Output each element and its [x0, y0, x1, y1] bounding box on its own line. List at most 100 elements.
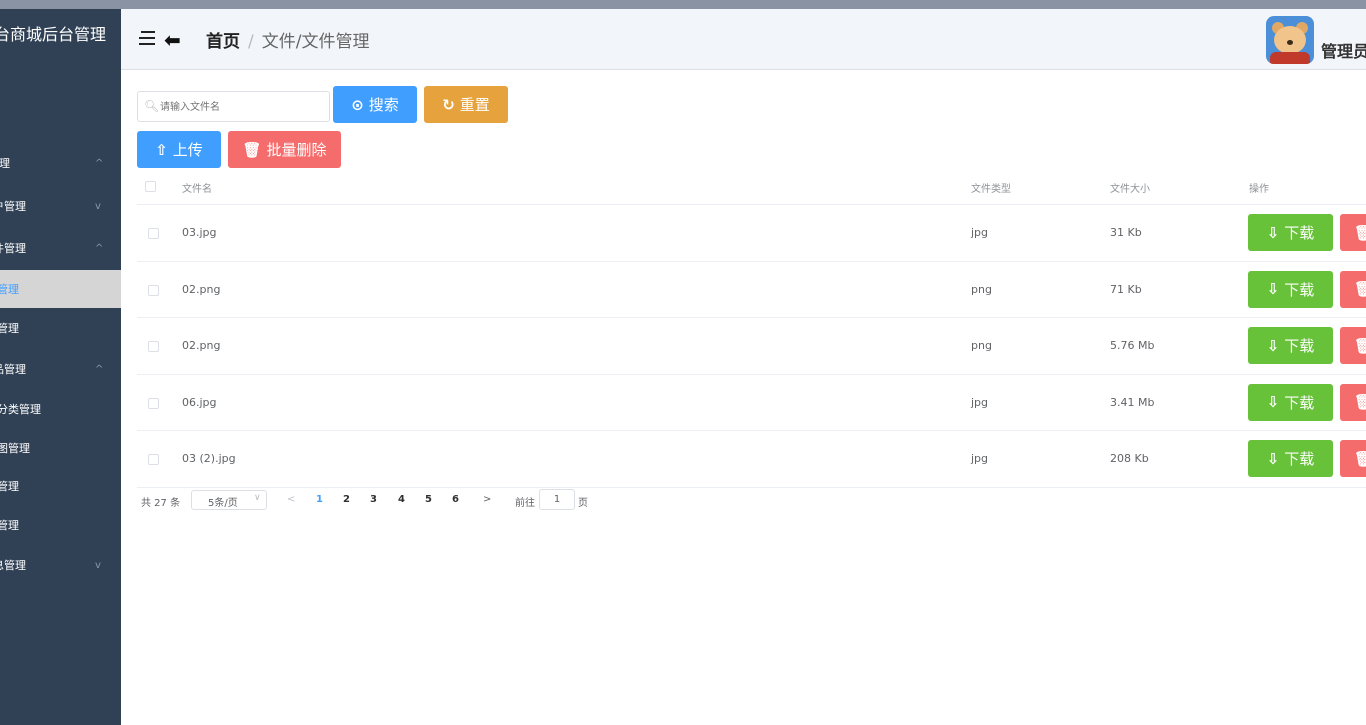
sidebar-item-files-group[interactable]: 文件管理 ^ [0, 229, 121, 267]
refresh-icon: ↻ [442, 95, 455, 114]
sidebar-item-address[interactable]: 地址管理 [0, 506, 121, 544]
table-row: 06.jpg jpg 3.41 Mb ⇩ 下载 🗑︎ [137, 375, 1366, 431]
file-type: png [971, 339, 992, 352]
sidebar-item-users[interactable]: 用户管理 v [0, 187, 121, 225]
page-number[interactable]: 5 [425, 494, 432, 505]
page-number[interactable]: 4 [398, 494, 405, 505]
chevron-down-icon: v [95, 200, 101, 212]
sidebar-item-carousel[interactable]: 轮播图管理 [0, 429, 121, 467]
goto-prefix: 前往 [515, 498, 535, 509]
sidebar-item-label: 系统管理 [0, 157, 10, 170]
delete-button[interactable]: 🗑︎ [1340, 327, 1366, 364]
sidebar-item-label: 日志管理 [0, 322, 19, 335]
delete-button[interactable]: 🗑︎ [1340, 383, 1366, 421]
file-size: 3.41 Mb [1110, 395, 1155, 409]
sidebar-item-label: 文件管理 [0, 283, 19, 296]
sidebar-item-label: 轮播图管理 [0, 442, 30, 455]
page-size-select[interactable]: 5条/页 ∨ [191, 490, 267, 510]
reset-button[interactable]: ↻ 重置 [424, 86, 508, 123]
page-number[interactable]: 1 [316, 494, 323, 505]
select-all-checkbox[interactable] [145, 181, 156, 192]
file-name: 02.png [182, 339, 221, 352]
sidebar-item-file-management[interactable]: 文件管理 [0, 270, 121, 308]
search-button-label: 搜索 [368, 96, 399, 114]
back-arrow-icon[interactable]: ⬅ [164, 28, 181, 52]
breadcrumb-separator: / [248, 32, 254, 52]
trash-icon: 🗑︎ [1354, 280, 1366, 298]
delete-button[interactable]: 🗑︎ [1340, 270, 1366, 308]
download-button[interactable]: ⇩ 下载 [1248, 327, 1333, 364]
upload-button[interactable]: ⇧ 上传 [137, 131, 221, 168]
search-icon: 🔍︎ [144, 99, 160, 113]
prev-page-icon[interactable]: < [287, 494, 295, 505]
sidebar: 后台商城后台管理 系统管理 ^ 用户管理 v 文件管理 ^ 文件管理 日志管理 … [0, 9, 121, 725]
sidebar-item-orders[interactable]: 订单管理 [0, 467, 121, 505]
trash-icon: 🗑︎ [1354, 223, 1366, 242]
breadcrumb-current: 文件/文件管理 [261, 32, 370, 52]
top-header: ⬅ 首页 / 文件/文件管理 管理员 [121, 9, 1366, 70]
upload-button-label: 上传 [172, 141, 203, 159]
sidebar-item-label: 地址管理 [0, 519, 19, 532]
file-size: 71 Kb [1110, 282, 1142, 296]
download-button[interactable]: ⇩ 下载 [1248, 214, 1333, 251]
batch-delete-button[interactable]: 🗑︎ 批量删除 [228, 131, 341, 168]
row-checkbox[interactable] [148, 228, 159, 239]
brand-title: 后台商城后台管理 [0, 25, 107, 44]
download-label: 下载 [1284, 224, 1315, 242]
sidebar-item-label: 信息管理 [0, 559, 26, 572]
search-icon: ⊙ [351, 95, 364, 114]
row-checkbox[interactable] [148, 397, 159, 409]
goto-suffix: 页 [578, 498, 588, 509]
sidebar-item-system[interactable]: 系统管理 ^ [0, 144, 121, 182]
column-header-type: 文件类型 [971, 184, 1011, 195]
sidebar-item-label: 用户管理 [0, 200, 26, 213]
download-icon: ⇩ [1266, 449, 1280, 468]
download-button[interactable]: ⇩ 下载 [1248, 270, 1333, 308]
row-checkbox[interactable] [148, 341, 159, 352]
table-row: 03.jpg jpg 31 Kb ⇩ 下载 🗑︎ [137, 205, 1366, 262]
row-checkbox[interactable] [148, 284, 159, 296]
sidebar-item-label: 文件管理 [0, 242, 26, 255]
chevron-down-icon: ∨ [254, 493, 261, 503]
download-label: 下载 [1284, 450, 1315, 468]
sidebar-item-info[interactable]: 信息管理 v [0, 546, 121, 584]
chevron-up-icon: ^ [95, 157, 104, 169]
trash-icon: 🗑︎ [1354, 449, 1366, 468]
row-checkbox[interactable] [148, 454, 159, 465]
page-number[interactable]: 3 [370, 494, 377, 505]
chevron-down-icon: v [95, 559, 101, 571]
download-button[interactable]: ⇩ 下载 [1248, 383, 1333, 421]
file-size: 5.76 Mb [1110, 339, 1155, 352]
next-page-icon[interactable]: > [483, 494, 491, 505]
batch-delete-button-label: 批量删除 [266, 141, 327, 159]
sidebar-item-goods-group[interactable]: 商品管理 ^ [0, 350, 121, 388]
download-icon: ⇩ [1266, 336, 1280, 355]
pagination-total: 共 27 条 [141, 498, 181, 509]
file-name: 03.jpg [182, 226, 217, 239]
search-input[interactable] [160, 97, 320, 117]
download-label: 下载 [1284, 337, 1315, 355]
search-field[interactable]: 🔍︎ [137, 91, 330, 122]
sidebar-item-label: 商品分类管理 [0, 403, 41, 416]
page-number[interactable]: 2 [343, 494, 350, 505]
goto-page-input[interactable]: 1 [539, 489, 575, 510]
file-size: 208 Kb [1110, 452, 1149, 465]
download-icon: ⇩ [1266, 223, 1280, 242]
delete-button[interactable]: 🗑︎ [1340, 214, 1366, 251]
sidebar-item-goods-category[interactable]: 商品分类管理 [0, 390, 121, 428]
file-name: 03 (2).jpg [182, 452, 236, 465]
sidebar-item-label: 订单管理 [0, 480, 19, 493]
breadcrumb: 首页 / 文件/文件管理 [206, 27, 369, 52]
sidebar-item-logs[interactable]: 日志管理 [0, 309, 121, 347]
download-icon: ⇩ [1266, 393, 1280, 411]
menu-toggle-icon[interactable] [139, 31, 155, 45]
download-button[interactable]: ⇩ 下载 [1248, 440, 1333, 477]
breadcrumb-home[interactable]: 首页 [206, 32, 240, 52]
search-button[interactable]: ⊙ 搜索 [333, 86, 417, 123]
avatar[interactable] [1266, 16, 1314, 64]
column-header-name: 文件名 [182, 184, 212, 195]
page-number[interactable]: 6 [452, 494, 459, 505]
file-type: jpg [971, 395, 989, 409]
delete-button[interactable]: 🗑︎ [1340, 440, 1366, 477]
username[interactable]: 管理员 [1321, 38, 1366, 62]
